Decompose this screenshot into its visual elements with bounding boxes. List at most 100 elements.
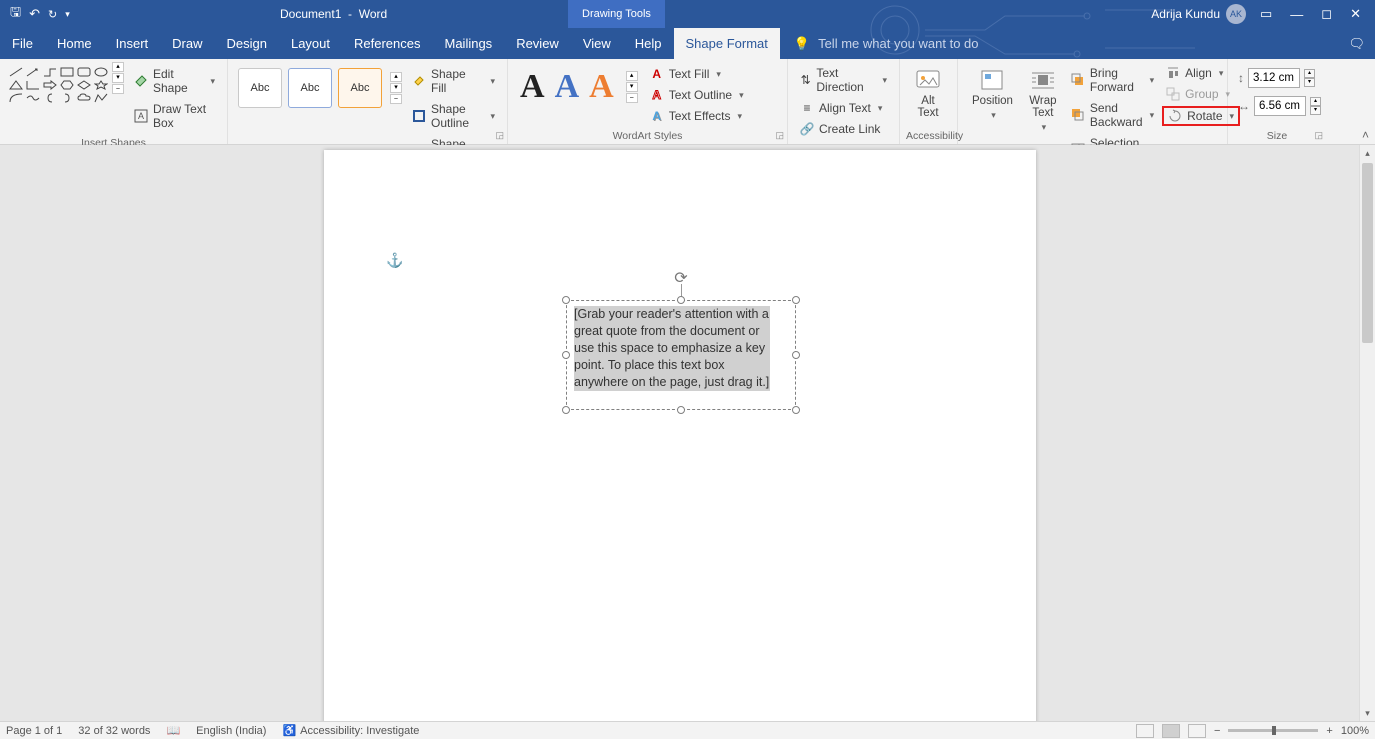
shapes-more-icon[interactable]: ⎯ — [112, 84, 124, 94]
minimize-icon[interactable]: — — [1286, 7, 1307, 22]
status-words[interactable]: 32 of 32 words — [78, 725, 150, 737]
scroll-thumb[interactable] — [1362, 163, 1373, 343]
status-accessibility[interactable]: ♿Accessibility: Investigate — [282, 724, 419, 737]
alt-text-button[interactable]: Alt Text — [906, 62, 950, 119]
height-spinner[interactable]: ▴▾ — [1304, 69, 1315, 87]
maximize-icon[interactable]: ◻ — [1317, 6, 1336, 22]
shape-connector-icon[interactable] — [42, 66, 57, 77]
draw-text-box-button[interactable]: A Draw Text Box — [130, 100, 219, 132]
shape-roundrect-icon[interactable] — [76, 66, 91, 77]
zoom-slider-thumb[interactable] — [1272, 726, 1276, 735]
style-thumb-3[interactable]: Abc — [338, 68, 382, 108]
comments-icon[interactable]: 🗨 — [1348, 28, 1375, 59]
text-box-selection[interactable]: ⟳ [Grab your reader's attention with a g… — [566, 300, 796, 410]
width-input[interactable] — [1254, 96, 1306, 116]
wordart-thumb-3[interactable]: A — [589, 68, 614, 106]
resize-handle-n[interactable] — [677, 296, 685, 304]
size-launcher-icon[interactable]: ◲ — [1314, 130, 1323, 141]
shape-triangle-icon[interactable] — [8, 79, 23, 90]
status-spellcheck[interactable]: 📖 — [166, 724, 180, 737]
web-layout-icon[interactable] — [1188, 724, 1206, 738]
ribbon-display-icon[interactable]: ▭ — [1256, 6, 1276, 22]
width-control[interactable]: ↔ ▴▾ — [1238, 96, 1321, 116]
tab-layout[interactable]: Layout — [279, 28, 342, 59]
resize-handle-nw[interactable] — [562, 296, 570, 304]
position-button[interactable]: Position▾ — [964, 62, 1021, 121]
zoom-slider[interactable] — [1228, 729, 1318, 732]
vertical-scrollbar[interactable]: ▴ ▾ — [1359, 145, 1375, 721]
print-layout-icon[interactable] — [1162, 724, 1180, 738]
shape-arrowblock-icon[interactable] — [42, 79, 57, 90]
scroll-down-icon[interactable]: ▾ — [1360, 705, 1375, 721]
tab-help[interactable]: Help — [623, 28, 674, 59]
shape-cloud-icon[interactable] — [76, 92, 91, 103]
shape-star-icon[interactable] — [93, 79, 108, 90]
send-backward-button[interactable]: Send Backward▾ — [1067, 99, 1158, 131]
tab-view[interactable]: View — [571, 28, 623, 59]
shapes-scroll-down-icon[interactable]: ▾ — [112, 73, 124, 83]
wa-scroll-down-icon[interactable]: ▾ — [626, 82, 638, 92]
text-outline-button[interactable]: AText Outline▾ — [646, 86, 748, 104]
status-language[interactable]: English (India) — [196, 725, 266, 737]
status-page[interactable]: Page 1 of 1 — [6, 725, 62, 737]
tab-home[interactable]: Home — [45, 28, 104, 59]
wa-more-icon[interactable]: ⎯ — [626, 93, 638, 103]
style-more-icon[interactable]: ⎯ — [390, 94, 402, 104]
document-area[interactable]: ⚓ ⟳ [Grab your reader's attention with a… — [0, 145, 1375, 721]
wordart-gallery-scroll[interactable]: ▴ ▾ ⎯ — [626, 71, 638, 103]
tab-insert[interactable]: Insert — [104, 28, 161, 59]
tab-file[interactable]: File — [0, 28, 45, 59]
tell-me[interactable]: 💡 Tell me what you want to do — [780, 28, 979, 59]
tab-shape-format[interactable]: Shape Format — [674, 28, 780, 59]
shape-arc-icon[interactable] — [8, 92, 23, 103]
shape-freeform-icon[interactable] — [93, 92, 108, 103]
shapes-scroll-up-icon[interactable]: ▴ — [112, 62, 124, 72]
scroll-up-icon[interactable]: ▴ — [1360, 145, 1375, 161]
resize-handle-sw[interactable] — [562, 406, 570, 414]
shape-rect-icon[interactable] — [59, 66, 74, 77]
shapes-gallery[interactable] — [6, 62, 110, 107]
shape-styles-launcher-icon[interactable]: ◲ — [495, 130, 504, 141]
tab-draw[interactable]: Draw — [160, 28, 214, 59]
width-up-icon[interactable]: ▴ — [1310, 97, 1321, 106]
wordart-thumb-2[interactable]: A — [555, 68, 580, 106]
resize-handle-se[interactable] — [792, 406, 800, 414]
height-up-icon[interactable]: ▴ — [1304, 69, 1315, 78]
save-icon[interactable]: 🖫 — [10, 3, 21, 25]
wrap-text-button[interactable]: Wrap Text▾ — [1021, 62, 1065, 133]
shape-brace-l-icon[interactable] — [42, 92, 57, 103]
shape-oval-icon[interactable] — [93, 66, 108, 77]
tab-references[interactable]: References — [342, 28, 432, 59]
page[interactable]: ⚓ ⟳ [Grab your reader's attention with a… — [324, 150, 1036, 721]
tab-mailings[interactable]: Mailings — [433, 28, 505, 59]
shapes-gallery-scroll[interactable]: ▴ ▾ ⎯ — [112, 62, 124, 94]
shape-style-gallery[interactable]: Abc Abc Abc ▴ ▾ ⎯ — [234, 62, 406, 114]
wordart-launcher-icon[interactable]: ◲ — [775, 130, 784, 141]
edit-shape-button[interactable]: Edit Shape▾ — [130, 65, 219, 97]
zoom-level[interactable]: 100% — [1341, 725, 1369, 737]
text-fill-button[interactable]: AText Fill▾ — [646, 65, 748, 83]
align-text-button[interactable]: ≡Align Text▾ — [796, 99, 891, 117]
close-icon[interactable]: ✕ — [1346, 6, 1365, 22]
resize-handle-e[interactable] — [792, 351, 800, 359]
style-thumb-2[interactable]: Abc — [288, 68, 332, 108]
shape-diamond-icon[interactable] — [76, 79, 91, 90]
style-thumb-1[interactable]: Abc — [238, 68, 282, 108]
style-scroll-down-icon[interactable]: ▾ — [390, 83, 402, 93]
text-direction-button[interactable]: ⇅Text Direction▾ — [796, 64, 891, 96]
shape-fill-button[interactable]: Shape Fill▾ — [408, 65, 499, 97]
text-effects-button[interactable]: AText Effects▾ — [646, 107, 748, 125]
redo-icon[interactable]: ↻ — [48, 8, 57, 21]
user-account[interactable]: Adrija Kundu AK — [1151, 4, 1246, 24]
zoom-in-icon[interactable]: + — [1326, 725, 1332, 737]
style-gallery-scroll[interactable]: ▴ ▾ ⎯ — [390, 72, 402, 104]
shape-brace-r-icon[interactable] — [59, 92, 74, 103]
tab-design[interactable]: Design — [215, 28, 279, 59]
shape-hexagon-icon[interactable] — [59, 79, 74, 90]
width-down-icon[interactable]: ▾ — [1310, 106, 1321, 115]
wa-scroll-up-icon[interactable]: ▴ — [626, 71, 638, 81]
shape-curve-icon[interactable] — [25, 92, 40, 103]
bring-forward-button[interactable]: Bring Forward▾ — [1067, 64, 1158, 96]
wordart-thumb-1[interactable]: A — [520, 68, 545, 106]
height-input[interactable] — [1248, 68, 1300, 88]
